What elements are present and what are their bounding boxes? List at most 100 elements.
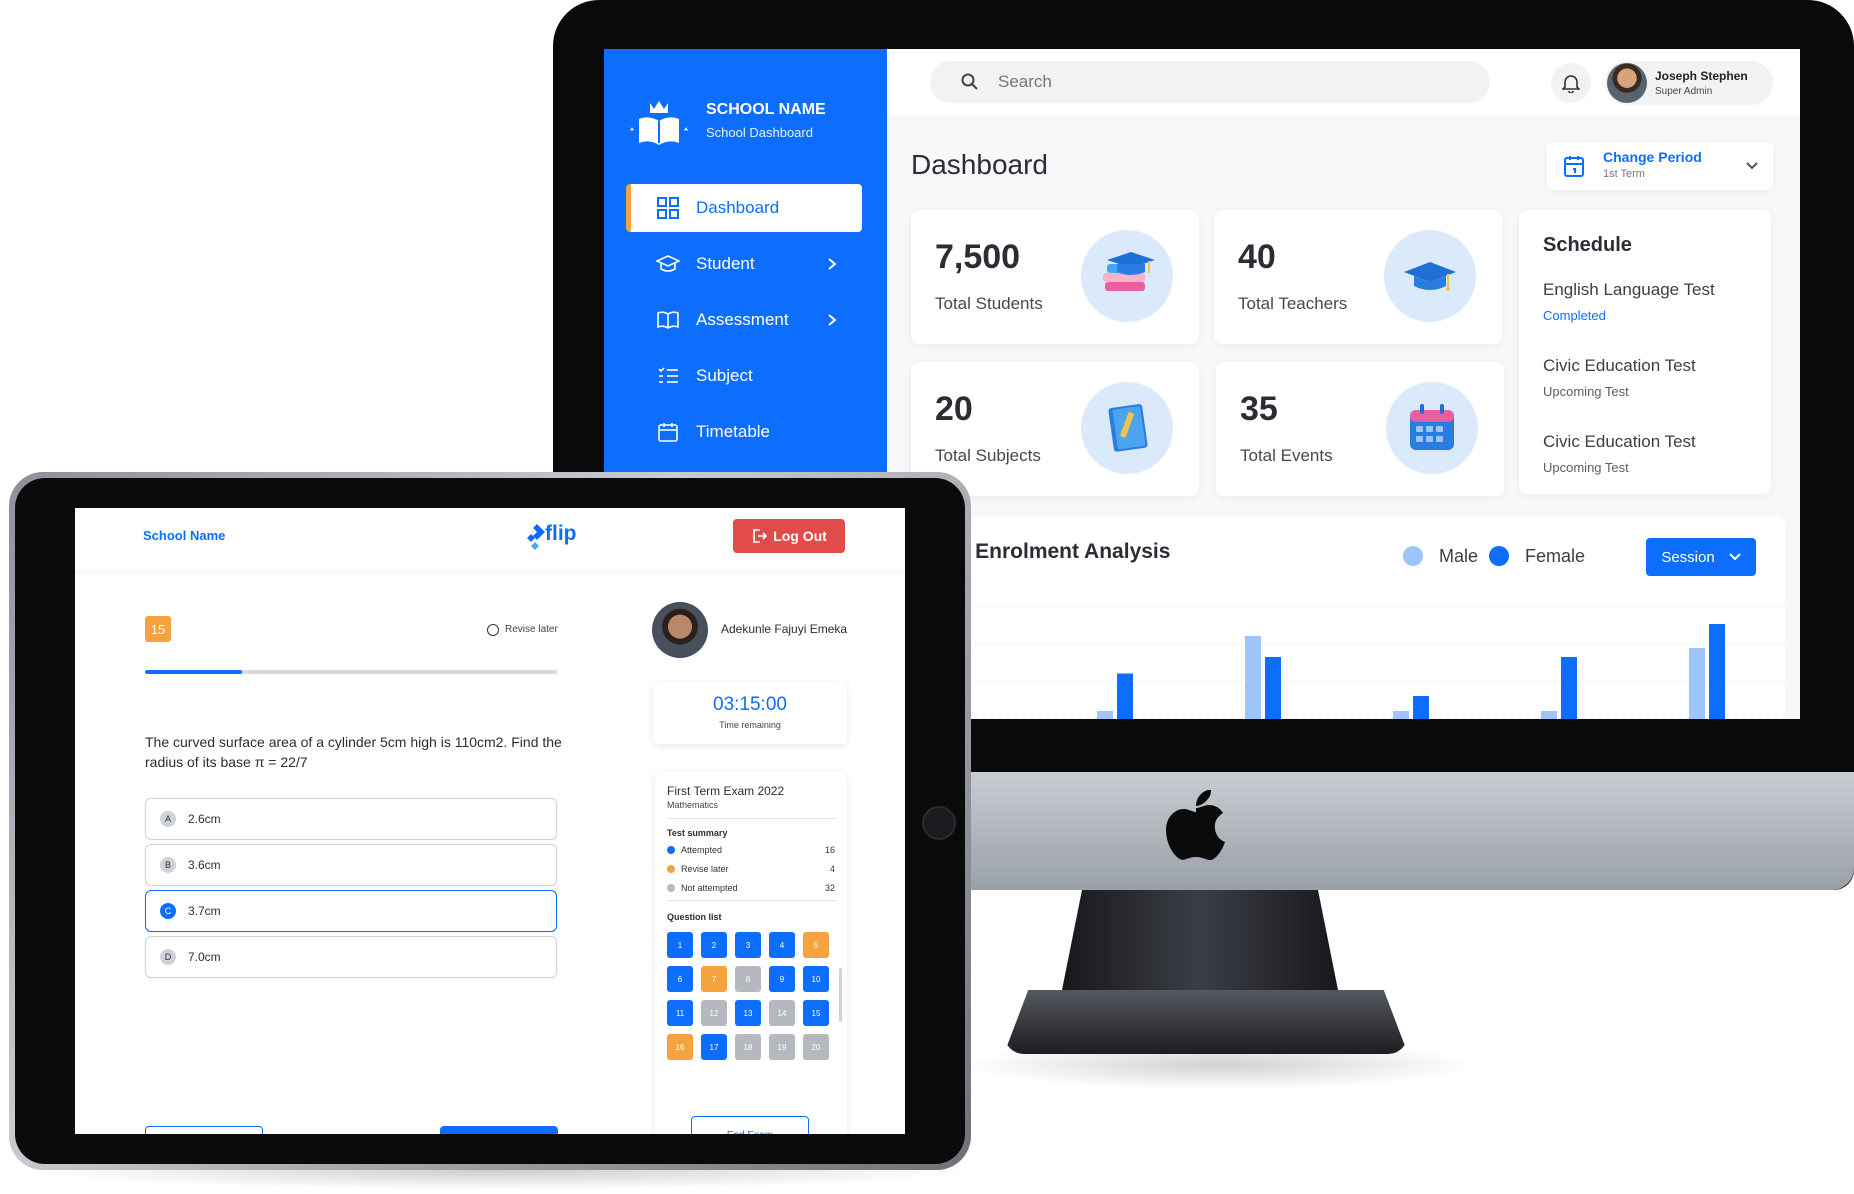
option-text: 2.6cm [188, 812, 221, 826]
summary-label: Revise later [681, 864, 729, 874]
notification-button[interactable] [1551, 63, 1591, 103]
option-letter: B [160, 857, 176, 873]
question-cell-10[interactable]: 10 [803, 966, 829, 992]
end-exam-button[interactable]: End Exam [691, 1116, 809, 1134]
calendar-3d-icon [1410, 404, 1454, 450]
question-cell-16[interactable]: 16 [667, 1034, 693, 1060]
legend-label-female: Female [1525, 546, 1586, 566]
answer-option-d[interactable]: D 7.0cm [145, 936, 557, 978]
stat-value: 20 [935, 390, 973, 428]
option-text: 3.6cm [188, 858, 221, 872]
session-dropdown-button[interactable]: Session [1646, 538, 1756, 576]
calendar-icon [658, 423, 678, 442]
graduation-cap-icon [656, 255, 680, 272]
legend-label-male: Male [1439, 546, 1479, 566]
answer-option-a[interactable]: A 2.6cm [145, 798, 557, 840]
sidebar-item-label: Timetable [696, 422, 771, 441]
sidebar-item-label: Assessment [696, 310, 789, 329]
question-cell-9[interactable]: 9 [769, 966, 795, 992]
schedule-item-name[interactable]: English Language Test [1543, 280, 1715, 300]
schedule-item-status: Upcoming Test [1543, 460, 1629, 475]
change-period-dropdown[interactable]: Change Period 1st Term [1547, 142, 1773, 190]
question-cell-20[interactable]: 20 [803, 1034, 829, 1060]
sidebar-item-label: Student [696, 254, 755, 273]
stat-card-teachers[interactable]: 40 Total Teachers [1214, 210, 1502, 344]
stat-label: Total Subjects [935, 446, 1041, 465]
sidebar-item-assessment[interactable]: Assessment [626, 296, 862, 344]
question-cell-6[interactable]: 6 [667, 966, 693, 992]
sidebar-item-timetable[interactable]: Timetable [626, 408, 862, 456]
books-cap-icon [1103, 252, 1155, 291]
logout-button[interactable]: Log Out [733, 519, 845, 553]
sidebar-item-student[interactable]: Student [626, 240, 862, 288]
schedule-item-name[interactable]: Civic Education Test [1543, 432, 1696, 452]
previous-button[interactable] [145, 1126, 263, 1134]
enrolment-bar-chart [911, 605, 1785, 719]
stat-value: 35 [1240, 390, 1278, 428]
bell-icon [1562, 75, 1580, 93]
question-cell-18[interactable]: 18 [735, 1034, 761, 1060]
period-label: Change Period [1603, 149, 1702, 165]
imac-stand-neck [1060, 888, 1340, 1000]
period-value: 1st Term [1603, 168, 1645, 180]
revise-later-label[interactable]: Revise later [505, 624, 558, 635]
stat-label: Total Events [1240, 446, 1333, 465]
question-cell-14[interactable]: 14 [769, 1000, 795, 1026]
option-text: 3.7cm [188, 904, 221, 918]
question-cell-7[interactable]: 7 [701, 966, 727, 992]
user-name: Joseph Stephen [1655, 69, 1748, 83]
sidebar-item-subject[interactable]: Subject [626, 352, 862, 400]
top-bar: Joseph Stephen Super Admin [887, 49, 1800, 115]
question-cell-11[interactable]: 11 [667, 1000, 693, 1026]
schedule-item-status: Completed [1543, 308, 1606, 323]
exam-title: First Term Exam 2022 [667, 784, 785, 798]
question-cell-5[interactable]: 5 [803, 932, 829, 958]
question-number-badge: 15 [145, 616, 171, 642]
user-role: Super Admin [1655, 86, 1713, 97]
bar-female-6 [1709, 624, 1725, 719]
question-cell-15[interactable]: 15 [803, 1000, 829, 1026]
option-letter: C [160, 903, 176, 919]
imac-stand-base [1004, 990, 1408, 1054]
scrollbar[interactable] [839, 968, 842, 1022]
bar-male-5 [1541, 711, 1557, 719]
stat-card-students[interactable]: 7,500 Total Students [911, 210, 1199, 344]
question-cell-17[interactable]: 17 [701, 1034, 727, 1060]
stat-icon-circle [1384, 230, 1476, 322]
user-menu[interactable]: Joseph Stephen Super Admin [1605, 61, 1773, 105]
chevron-down-icon [1746, 162, 1758, 170]
apple-logo-icon [1166, 790, 1225, 861]
search-input[interactable] [998, 72, 1398, 92]
question-cell-1[interactable]: 1 [667, 932, 693, 958]
schedule-item-name[interactable]: Civic Education Test [1543, 356, 1696, 376]
question-cell-12[interactable]: 12 [701, 1000, 727, 1026]
answer-option-b[interactable]: B 3.6cm [145, 844, 557, 886]
question-cell-4[interactable]: 4 [769, 932, 795, 958]
ipad-camera [922, 806, 956, 840]
next-button[interactable] [440, 1126, 558, 1134]
brand-name: flip [545, 522, 577, 545]
chevron-right-icon [828, 258, 837, 270]
sidebar-item-label: Subject [696, 366, 753, 385]
question-cell-19[interactable]: 19 [769, 1034, 795, 1060]
bar-male-2 [1097, 711, 1113, 719]
stat-card-events[interactable]: 35 Total Events [1216, 362, 1504, 496]
revise-later-radio[interactable] [487, 624, 499, 636]
schedule-title: Schedule [1543, 234, 1632, 256]
stat-value: 40 [1238, 238, 1276, 276]
answer-option-c[interactable]: C 3.7cm [145, 890, 557, 932]
question-cell-2[interactable]: 2 [701, 932, 727, 958]
sidebar-item-dashboard[interactable]: Dashboard [626, 184, 862, 232]
question-cell-13[interactable]: 13 [735, 1000, 761, 1026]
option-letter: D [160, 949, 176, 965]
student-avatar [652, 602, 708, 658]
school-name: School Name [143, 528, 226, 543]
bar-male-3 [1245, 636, 1261, 719]
option-text: 7.0cm [188, 950, 221, 964]
question-cell-8[interactable]: 8 [735, 966, 761, 992]
search-bar[interactable] [930, 61, 1490, 103]
question-cell-3[interactable]: 3 [735, 932, 761, 958]
legend-dot-male [1403, 546, 1423, 566]
search-icon [961, 73, 978, 90]
timer-value: 03:15:00 [713, 694, 787, 715]
